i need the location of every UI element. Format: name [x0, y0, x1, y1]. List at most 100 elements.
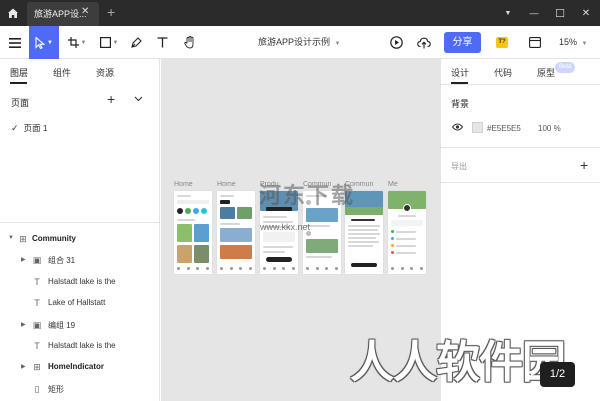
- home-icon[interactable]: [0, 0, 26, 26]
- chevron-down-icon: ▼: [581, 41, 588, 47]
- text-icon: T: [34, 341, 40, 351]
- tab-close-icon[interactable]: ✕: [81, 7, 91, 17]
- zoom-level[interactable]: 15% ▼: [559, 26, 587, 59]
- pages-heading: 页面: [11, 98, 30, 108]
- pointer-icon: [35, 36, 46, 49]
- phone-frame-me[interactable]: [388, 191, 426, 274]
- layer-row[interactable]: ▶ ▣ 编组 19: [0, 317, 160, 335]
- layer-label: 组合 31: [48, 256, 76, 265]
- text-icon: [157, 37, 167, 48]
- eye-icon[interactable]: [451, 123, 464, 133]
- chevron-down-icon: ▼: [334, 41, 341, 47]
- add-page-button[interactable]: +: [107, 92, 115, 106]
- tab-prototype[interactable]: 原型: [537, 66, 555, 79]
- layer-row[interactable]: T Halstadt lake is the: [0, 338, 160, 356]
- layer-label: Halstadt lake is the: [48, 341, 116, 350]
- layout-icon: [529, 37, 541, 48]
- expand-arrow-icon[interactable]: ▼: [8, 235, 14, 241]
- divider: [441, 147, 600, 148]
- maximize-button[interactable]: ☐: [547, 0, 573, 26]
- cloud-upload-icon: [417, 37, 431, 48]
- collapse-pages-icon[interactable]: [134, 94, 143, 104]
- site-watermark: 河东下载: [259, 183, 356, 208]
- add-export-button[interactable]: +: [580, 158, 588, 172]
- move-tool-button[interactable]: ▼: [29, 26, 59, 59]
- tab-components[interactable]: 组件: [53, 66, 71, 79]
- background-heading: 背景: [451, 99, 470, 109]
- phone-frame-home[interactable]: [174, 191, 212, 274]
- tab-layers[interactable]: 图层: [10, 66, 28, 79]
- play-button[interactable]: [387, 26, 405, 59]
- group-icon: ▣: [32, 255, 42, 265]
- export-heading: 导出: [451, 162, 467, 171]
- minimize-button[interactable]: —: [521, 0, 547, 26]
- rectangle-icon: ▯: [34, 384, 40, 394]
- hand-tool-button[interactable]: [180, 26, 200, 59]
- expand-arrow-icon[interactable]: ▶: [21, 363, 26, 370]
- active-tab-indicator: [10, 82, 27, 84]
- frame-icon: ⊞: [33, 362, 41, 372]
- layer-row[interactable]: ▼ ⊞ Community: [0, 231, 160, 249]
- tab-code[interactable]: 代码: [494, 66, 512, 79]
- new-tab-button[interactable]: +: [107, 5, 115, 19]
- frame-label[interactable]: Me: [388, 181, 398, 188]
- page-item-label: 页面 1: [23, 123, 48, 133]
- divider: [0, 222, 160, 223]
- pen-tool-button[interactable]: [127, 26, 145, 59]
- pen-icon: [131, 36, 142, 48]
- text-icon: T: [34, 277, 40, 287]
- zoom-value: 15%: [559, 37, 578, 47]
- close-window-button[interactable]: ✕: [573, 0, 599, 26]
- layer-label: 编组 19: [48, 321, 76, 330]
- left-panel: 图层 组件 资源 页面 + ✓ 页面 1 ▼ ⊞ Community ▶ ▣ 组合…: [0, 59, 160, 401]
- upload-button[interactable]: [415, 26, 433, 59]
- frame-tool-button[interactable]: ▼: [65, 26, 89, 59]
- layer-row[interactable]: T Lake of Hallstatt: [0, 295, 160, 313]
- layout-panel-button[interactable]: [527, 26, 543, 59]
- document-title-text: 旅游APP设计示例: [258, 37, 331, 47]
- expand-arrow-icon[interactable]: ▶: [21, 256, 26, 263]
- menu-icon[interactable]: [4, 26, 26, 59]
- layer-label: 矩形: [48, 385, 64, 394]
- layer-label: Lake of Hallstatt: [48, 298, 106, 307]
- rectangle-tool-button[interactable]: ▼: [97, 26, 121, 59]
- tab-design[interactable]: 设计: [451, 66, 469, 79]
- play-icon: [389, 36, 403, 49]
- layer-row[interactable]: ▶ ⊞ HomeIndicator: [0, 359, 160, 377]
- tab-assets[interactable]: 资源: [96, 66, 114, 79]
- chevron-down-icon: ▼: [47, 39, 53, 46]
- dropdown-icon[interactable]: ▼: [495, 0, 521, 26]
- help-badge[interactable]: T?: [496, 37, 508, 48]
- layer-label: Halstadt lake is the: [48, 277, 116, 286]
- crop-frame-icon: [67, 37, 79, 48]
- divider: [441, 84, 600, 85]
- share-button[interactable]: 分享: [444, 32, 481, 53]
- text-tool-button[interactable]: [153, 26, 171, 59]
- background-color-swatch[interactable]: [472, 122, 483, 133]
- phone-frame-home[interactable]: [217, 191, 255, 274]
- title-bar: 旅游APP设... ✕ + ▼ — ☐ ✕: [0, 0, 600, 26]
- background-hex-input[interactable]: #E5E5E5: [487, 124, 521, 133]
- layer-label: Community: [32, 234, 76, 243]
- chevron-down-icon: ▼: [112, 39, 119, 46]
- brand-watermark: 人人软件园: [350, 338, 566, 387]
- frame-label[interactable]: Home: [174, 181, 193, 188]
- layer-row[interactable]: T Halstadt lake is the: [0, 274, 160, 292]
- check-icon: ✓: [11, 123, 19, 133]
- page-item[interactable]: ✓ 页面 1: [11, 122, 48, 134]
- divider: [441, 182, 600, 183]
- rectangle-icon: [99, 37, 111, 48]
- layer-row[interactable]: ▯ 矩形: [0, 381, 160, 399]
- left-panel-tabs: 图层 组件 资源: [0, 59, 160, 84]
- hand-icon: [184, 36, 194, 49]
- layer-row[interactable]: ▶ ▣ 组合 31: [0, 252, 160, 270]
- expand-arrow-icon[interactable]: ▶: [21, 321, 26, 328]
- chevron-down-icon: ▼: [80, 39, 87, 46]
- background-opacity-input[interactable]: 100 %: [538, 124, 561, 133]
- group-icon: ▣: [32, 320, 42, 330]
- page-indicator-button[interactable]: 1/2: [540, 362, 575, 387]
- site-watermark-url: www.kkx.net: [260, 222, 311, 232]
- document-title[interactable]: 旅游APP设计示例 ▼: [258, 26, 340, 59]
- text-icon: T: [34, 298, 40, 308]
- frame-label[interactable]: Home: [217, 181, 236, 188]
